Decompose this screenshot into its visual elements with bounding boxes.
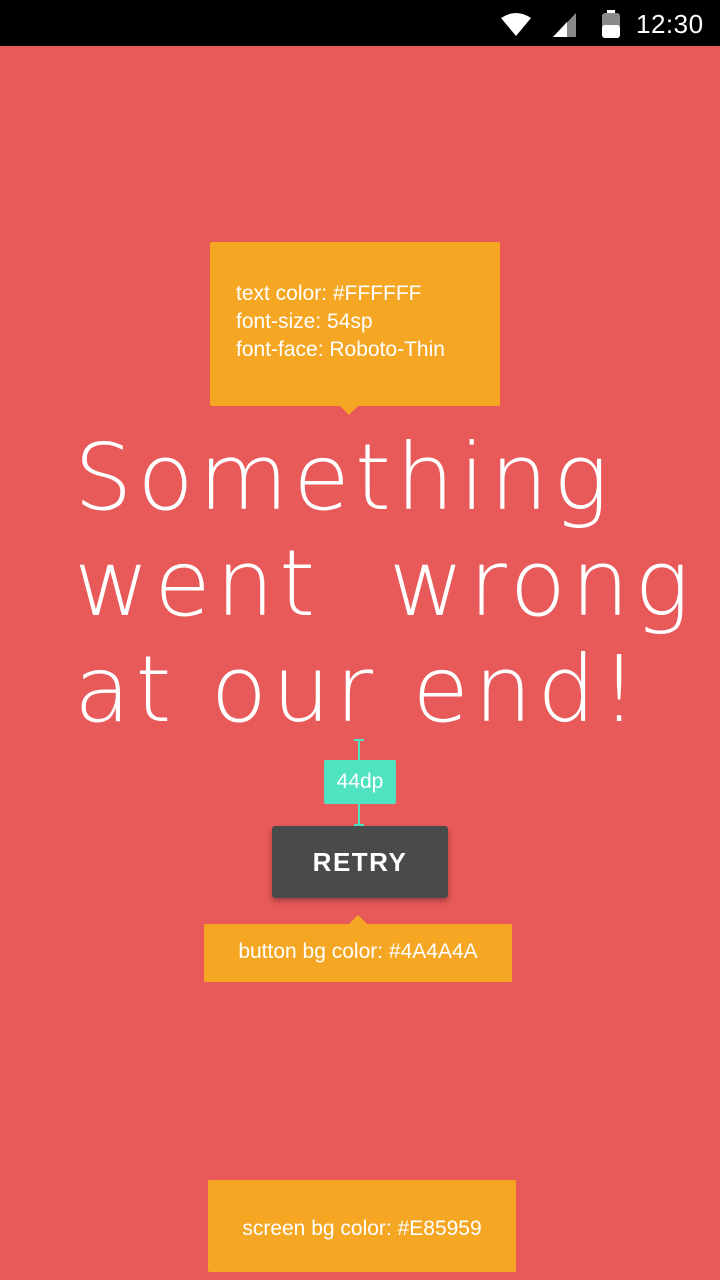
text-spec-annotation: text color: #FFFFFF font-size: 54sp font…: [210, 242, 500, 415]
text-spec-line: font-face: Roboto-Thin: [236, 338, 445, 361]
wifi-icon: [501, 13, 531, 36]
headline-line: at our end!: [74, 636, 643, 743]
headline-line: went wrong: [74, 530, 695, 637]
screen-spec-annotation: screen bg color: #E85959: [208, 1180, 516, 1272]
headline-line: Something: [74, 424, 614, 531]
button-spec-annotation: button bg color: #4A4A4A: [204, 915, 512, 982]
status-bar: 12:30: [0, 0, 720, 46]
spacing-badge: 44dp: [324, 760, 396, 804]
spacing-guide-cap-top: [354, 739, 364, 741]
text-spec-line: text color: #FFFFFF: [236, 282, 422, 305]
battery-icon: [602, 10, 620, 38]
cell-signal-icon: [553, 13, 576, 37]
status-time: 12:30: [636, 9, 704, 39]
error-headline: Something went wrong at our end!: [74, 424, 695, 743]
retry-button[interactable]: RETRY: [272, 826, 448, 898]
text-spec-line: font-size: 54sp: [236, 310, 373, 333]
